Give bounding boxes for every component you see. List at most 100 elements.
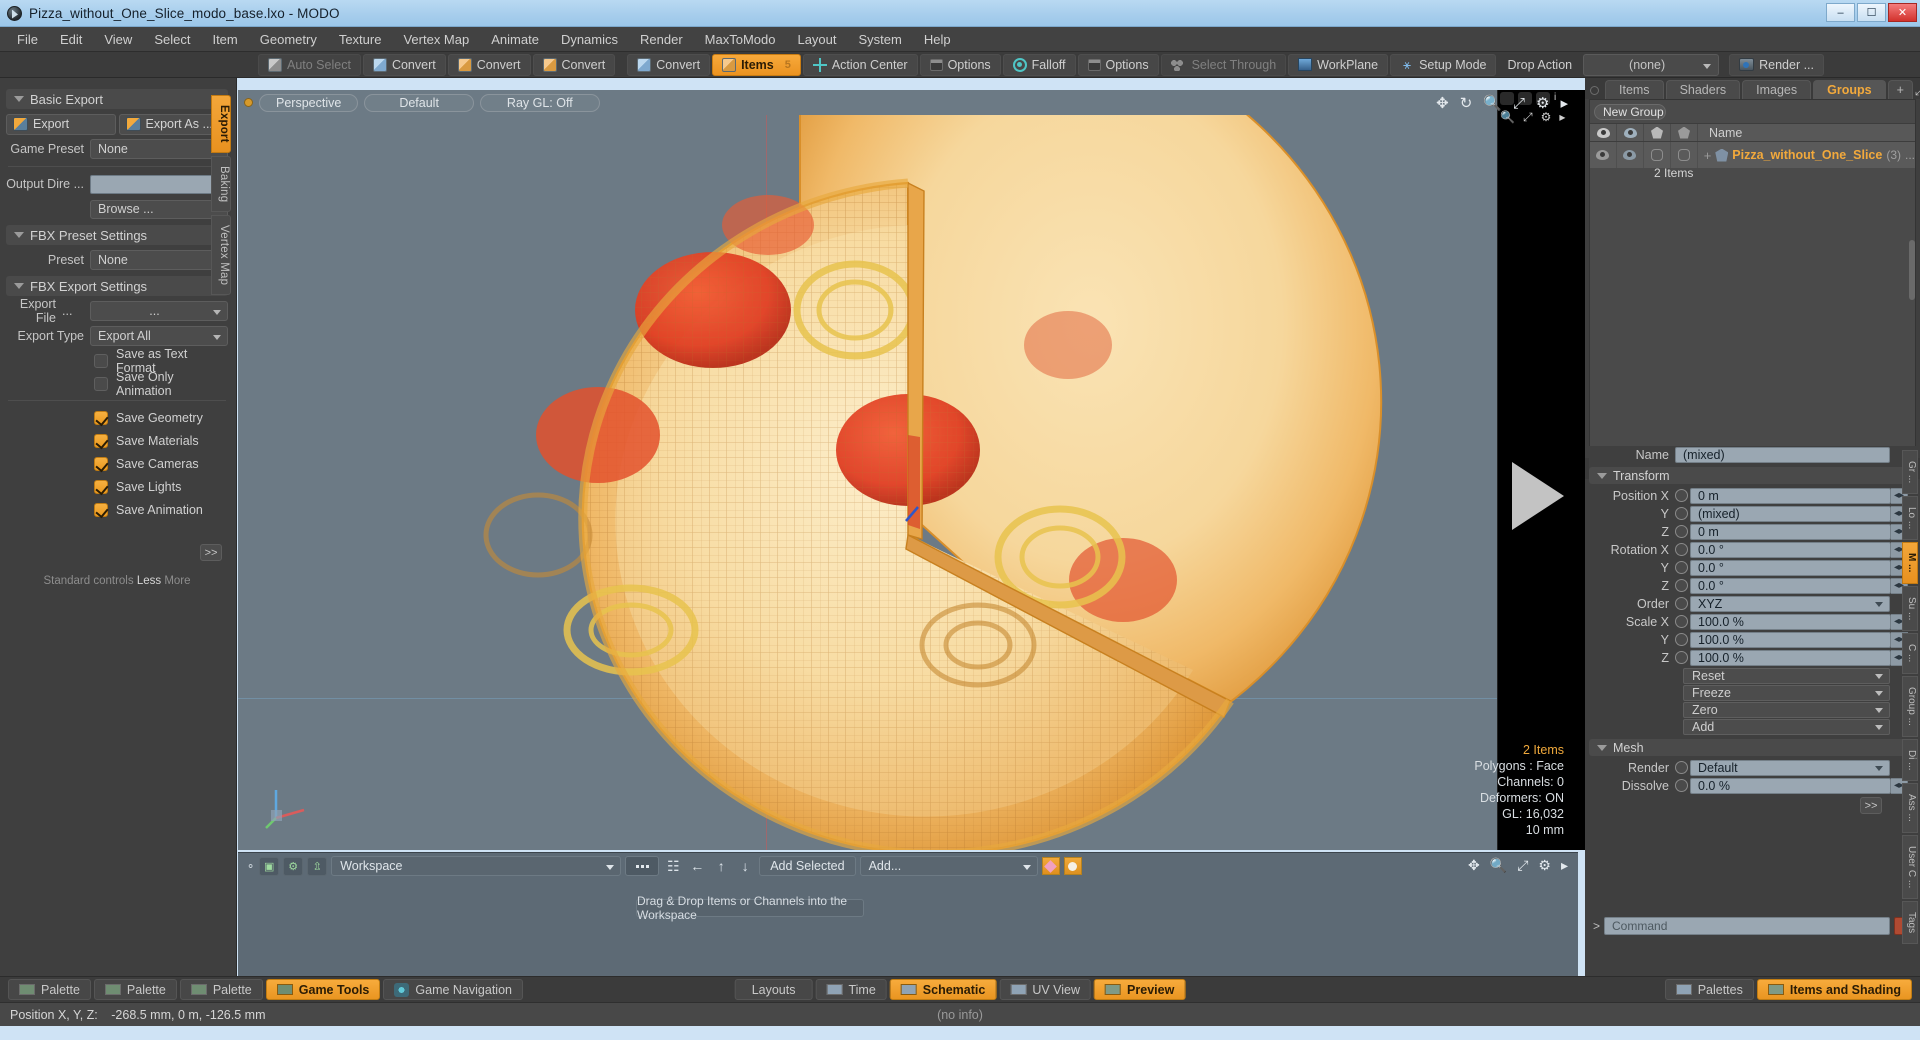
checkbox-save-materials[interactable]: Save Materials (6, 430, 228, 451)
channel-knob-icon[interactable] (1675, 507, 1688, 520)
zoom-icon[interactable]: 🔍 (1483, 94, 1502, 112)
section-transform[interactable]: Transform (1589, 467, 1916, 484)
tool-options-2[interactable]: Options (1077, 53, 1159, 76)
menu-select[interactable]: Select (143, 29, 201, 50)
menu-geometry[interactable]: Geometry (249, 29, 328, 50)
palette-button-2[interactable]: Palette (93, 979, 177, 1000)
game-navigation-button[interactable]: Game Navigation (383, 979, 523, 1000)
value-input[interactable]: 0.0 ° (1690, 577, 1891, 594)
tool-workplane[interactable]: WorkPlane (1288, 53, 1389, 76)
side-tab-surface[interactable]: Su ... (1902, 585, 1918, 632)
preset-select[interactable]: None (90, 250, 228, 270)
3d-viewport[interactable]: Perspective Default Ray GL: Off ✥ ↻ 🔍 ⤢ … (238, 90, 1578, 850)
gear-icon[interactable]: ⚙ (1538, 857, 1551, 874)
tool-convert-2[interactable]: Convert (447, 53, 531, 76)
value-input[interactable]: 0.0 ° (1690, 559, 1891, 576)
command-input[interactable]: Command (1604, 917, 1890, 935)
browse-button[interactable]: Browse ... (90, 199, 228, 219)
viewport-shading-select[interactable]: Default (364, 93, 474, 112)
export-file-select[interactable]: ... (90, 301, 228, 321)
row-visibility-toggle[interactable] (1590, 142, 1617, 168)
menu-texture[interactable]: Texture (328, 29, 393, 50)
menu-vertex-map[interactable]: Vertex Map (392, 29, 480, 50)
export-button[interactable]: Export (6, 113, 116, 135)
channel-knob-icon[interactable] (1675, 561, 1688, 574)
add-channel-icon[interactable]: ⇫ (307, 856, 328, 876)
name-input[interactable]: (mixed) (1675, 446, 1890, 463)
menu-help[interactable]: Help (913, 29, 962, 50)
channel-knob-icon[interactable] (1675, 489, 1688, 502)
channel-knob-icon[interactable] (1675, 525, 1688, 538)
expand-icon[interactable]: ⤢ (1915, 84, 1920, 99)
tab-add[interactable]: + (1887, 80, 1913, 99)
checkbox-box[interactable] (94, 456, 108, 471)
menu-dynamics[interactable]: Dynamics (550, 29, 629, 50)
channel-knob-icon[interactable] (1675, 615, 1688, 628)
tool-auto-select[interactable]: Auto Select (258, 53, 361, 76)
side-tab-locators[interactable]: Lo ... (1902, 496, 1918, 541)
menu-maxtomodo[interactable]: MaxToModo (694, 29, 787, 50)
checkbox-box[interactable] (94, 433, 108, 448)
side-tab-groups[interactable]: Gr ... (1902, 450, 1918, 495)
export-type-select[interactable]: Export All (90, 326, 228, 346)
schematic-panel[interactable]: ⚬ ▣ ⚙ ⇫ Workspace ☷ ← ↑ ↓ Add Selected A… (238, 852, 1578, 976)
grid-icon[interactable] (625, 856, 660, 876)
vtab-export[interactable]: Export (211, 95, 231, 153)
checkbox-box[interactable] (94, 353, 108, 368)
menu-animate[interactable]: Animate (480, 29, 550, 50)
more-button[interactable]: >> (200, 544, 222, 561)
palette-button-3[interactable]: Palette (179, 979, 263, 1000)
row-polygon-toggle[interactable] (1644, 142, 1671, 168)
channel-knob-icon[interactable] (1675, 543, 1688, 556)
side-tab-assembly[interactable]: Ass ... (1902, 783, 1918, 833)
tool-convert-1[interactable]: Convert (362, 53, 446, 76)
checkbox-save-cameras[interactable]: Save Cameras (6, 453, 228, 474)
checkbox-save-as-text-format[interactable]: Save as Text Format (6, 347, 228, 375)
move-icon[interactable]: ✥ (1436, 94, 1449, 112)
uv-view-button[interactable]: UV View (999, 979, 1092, 1000)
tool-options-1[interactable]: Options (919, 53, 1001, 76)
menu-file[interactable]: File (6, 29, 49, 50)
render-select[interactable]: Default (1690, 759, 1890, 776)
expand-row-icon[interactable]: + (1704, 148, 1712, 163)
layouts-button[interactable]: Layouts (734, 979, 813, 1000)
left-arrow-icon[interactable]: ← (687, 856, 707, 876)
chevron-right-icon[interactable]: ▸ (1560, 94, 1568, 112)
side-tab-tags[interactable]: Tags (1902, 901, 1918, 945)
tool-convert-3[interactable]: Convert (532, 53, 616, 76)
dissolve-input[interactable]: 0.0 % (1690, 777, 1891, 794)
output-dir-input[interactable] (90, 174, 228, 194)
groups-scrollbar[interactable] (1909, 240, 1915, 300)
checkbox-save-geometry[interactable]: Save Geometry (6, 407, 228, 428)
section-mesh[interactable]: Mesh (1589, 739, 1916, 756)
channel-knob-icon[interactable] (1675, 779, 1688, 792)
side-tab-mesh[interactable]: M ... (1902, 542, 1918, 584)
panel-menu-dot-icon[interactable] (1590, 86, 1599, 95)
tab-groups[interactable]: Groups (1813, 80, 1886, 99)
menu-view[interactable]: View (93, 29, 143, 50)
pink-swatch[interactable] (1041, 857, 1060, 875)
preview-button[interactable]: Preview (1094, 979, 1186, 1000)
section-fbx-preset-settings[interactable]: FBX Preset Settings (6, 225, 228, 245)
minimize-button[interactable]: – (1826, 3, 1855, 22)
add-node-icon[interactable]: ⚙ (283, 856, 304, 876)
game-tools-button[interactable]: Game Tools (265, 979, 381, 1000)
palettes-button[interactable]: Palettes (1664, 979, 1754, 1000)
preview-render-strip[interactable]: i 🔍 ⤢ ⚙ ▸ (1497, 90, 1585, 850)
side-tab-user-channels[interactable]: User C ... (1902, 834, 1918, 900)
groups-list-box[interactable]: New Group Name + Pizza_without_One_Slice… (1589, 99, 1916, 449)
order-select[interactable]: XYZ (1690, 595, 1890, 612)
vtab-vertex-map[interactable]: Vertex Map (211, 215, 231, 296)
add-item-icon[interactable]: ▣ (259, 856, 280, 876)
section-basic-export[interactable]: Basic Export (6, 89, 228, 109)
tab-images[interactable]: Images (1742, 80, 1812, 99)
close-button[interactable]: ✕ (1888, 3, 1917, 22)
table-row[interactable]: + Pizza_without_One_Slice (3) ... (1590, 142, 1915, 168)
drop-action-select[interactable]: (none) (1583, 53, 1720, 76)
section-fbx-export-settings[interactable]: FBX Export Settings (6, 276, 228, 296)
channel-knob-icon[interactable] (1675, 579, 1688, 592)
action-add[interactable]: Add (1683, 719, 1890, 735)
expand-icon[interactable]: ⤢ (1517, 857, 1528, 874)
side-tab-group[interactable]: Group ... (1902, 675, 1918, 737)
tool-falloff[interactable]: Falloff (1002, 53, 1076, 76)
